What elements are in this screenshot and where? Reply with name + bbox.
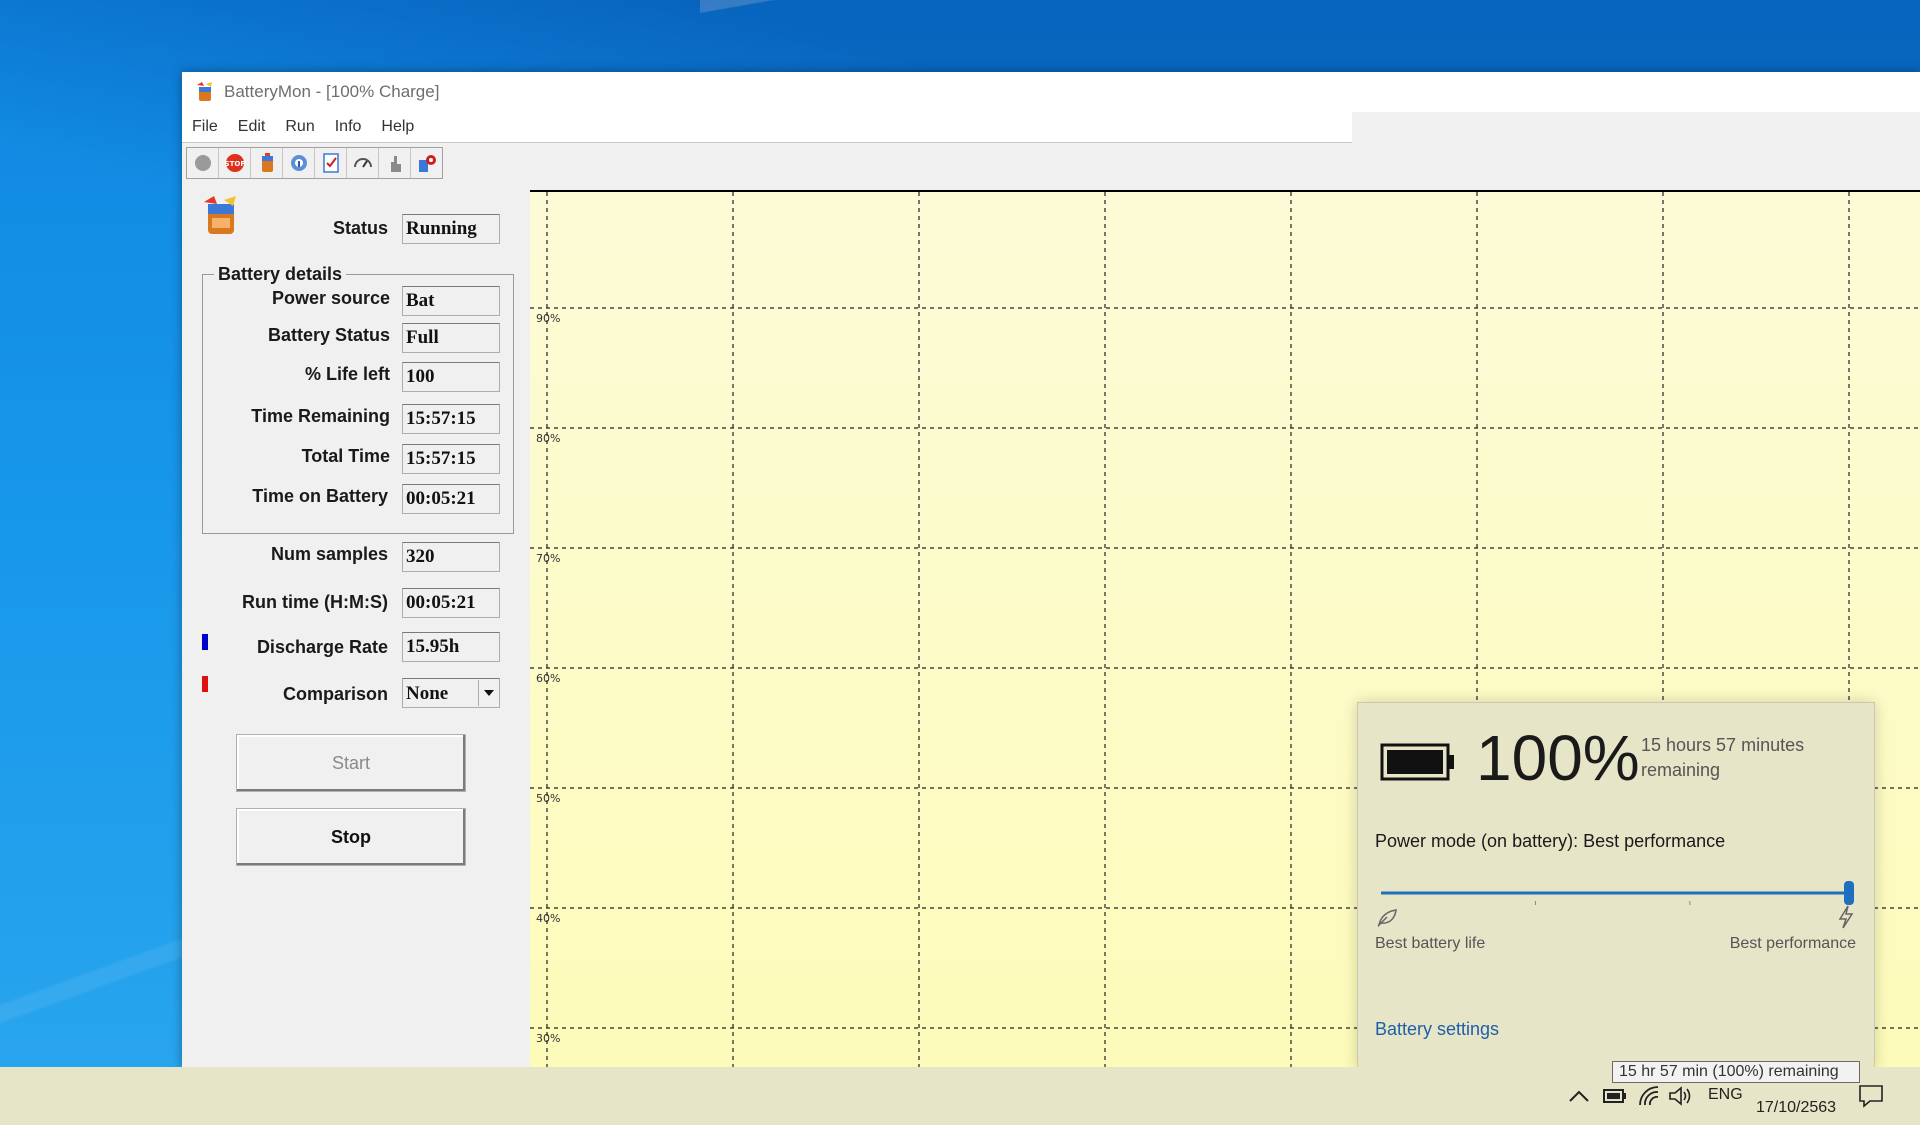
life-left-field: 100	[402, 362, 500, 392]
battery-percent: 100%	[1476, 722, 1640, 794]
best-battery-life-label: Best battery life	[1375, 935, 1486, 952]
num-samples-label: Num samples	[270, 544, 388, 564]
chevron-up-icon[interactable]	[1568, 1089, 1590, 1103]
record-icon	[194, 155, 211, 171]
speaker-icon[interactable]	[1668, 1085, 1694, 1107]
discharge-rate-field: 15.95h	[402, 632, 500, 662]
status-value-field: Running	[402, 214, 500, 244]
checklist-toolbar-button[interactable]	[315, 148, 347, 178]
battery-details-title: Battery details	[214, 264, 347, 285]
time-on-battery-label: Time on Battery	[252, 486, 388, 506]
comparison-dropdown[interactable]: None	[402, 678, 500, 708]
info-toolbar-button[interactable]	[283, 148, 315, 178]
hand-icon	[390, 156, 401, 172]
battery-status-field: Full	[402, 323, 500, 353]
stop-toolbar-button[interactable]: STOP	[219, 148, 251, 178]
total-time-field: 15:57:15	[402, 444, 500, 474]
menu-file[interactable]: File	[192, 118, 218, 136]
checklist-icon	[322, 153, 339, 173]
battery-toolbar-button[interactable]	[251, 148, 283, 178]
battery-status-label: Battery Status	[267, 325, 390, 345]
power-mode-slider[interactable]	[1375, 881, 1855, 905]
chart-y-tick-label: 30%	[536, 1032, 560, 1045]
chart-y-tick-label: 60%	[536, 672, 560, 685]
num-samples-field: 320	[402, 542, 500, 572]
comparison-label: Comparison	[282, 684, 388, 704]
run-time-label: Run time (H:M:S)	[242, 592, 388, 612]
battery-icon	[261, 153, 273, 172]
chart-y-tick-label: 90%	[536, 312, 560, 325]
record-button[interactable]	[187, 148, 219, 178]
stop-icon: STOP	[224, 154, 245, 172]
power-source-label: Power source	[271, 288, 390, 308]
battery-tray-icon[interactable]	[1603, 1087, 1627, 1105]
battery-remaining-text: 15 hours 57 minutes remaining	[1641, 735, 1805, 780]
svg-text:STOP: STOP	[224, 160, 245, 168]
leaf-icon	[1377, 909, 1397, 928]
wifi-icon[interactable]	[1637, 1085, 1661, 1107]
menu-run[interactable]: Run	[285, 118, 314, 136]
life-left-label: % Life left	[304, 364, 390, 384]
batterymon-logo-icon	[198, 192, 244, 238]
settings-icon	[418, 155, 436, 172]
settings-toolbar-button[interactable]	[411, 148, 442, 178]
hand-toolbar-button[interactable]	[379, 148, 411, 178]
slider-thumb[interactable]	[1844, 881, 1854, 905]
comparison-selected-value: None	[406, 682, 449, 704]
chart-y-tick-label: 50%	[536, 792, 560, 805]
best-performance-label: Best performance	[1729, 935, 1856, 952]
info-icon	[290, 155, 307, 171]
status-label: Status	[332, 218, 388, 238]
start-button[interactable]: Start	[236, 734, 466, 792]
notification-icon[interactable]	[1858, 1083, 1884, 1109]
dropdown-arrow-icon[interactable]	[478, 680, 499, 706]
gauge-toolbar-button[interactable]	[347, 148, 379, 178]
power-mode-label: Power mode (on battery): Best performanc…	[1375, 831, 1726, 851]
battery-flyout: 100% 15 hours 57 minutes remaining Power…	[1357, 702, 1875, 1070]
window-title: BatteryMon - [100% Charge]	[224, 82, 440, 101]
discharge-rate-label: Discharge Rate	[256, 637, 388, 657]
toolbar-button-group: STOP	[186, 147, 443, 179]
battery-settings-link[interactable]: Battery settings	[1375, 1019, 1499, 1040]
time-remaining-field: 15:57:15	[402, 404, 500, 434]
menu-info[interactable]: Info	[335, 118, 362, 136]
toolbar: STOP	[182, 143, 1920, 183]
slider-track	[1381, 881, 1854, 905]
stop-button[interactable]: Stop	[236, 808, 466, 866]
menu-bar: File Edit Run Info Help	[182, 112, 1352, 143]
system-date[interactable]: 17/10/2563	[1756, 1099, 1836, 1117]
total-time-label: Total Time	[301, 446, 390, 466]
time-remaining-label: Time Remaining	[251, 406, 390, 426]
battery-tooltip: 15 hr 57 min (100%) remaining	[1612, 1061, 1860, 1083]
time-on-battery-field: 00:05:21	[402, 484, 500, 514]
menu-help[interactable]: Help	[381, 118, 414, 136]
lightning-icon	[1838, 905, 1854, 929]
chart-y-tick-label: 40%	[536, 912, 560, 925]
gauge-icon	[353, 158, 372, 168]
discharge-rate-marker	[202, 634, 208, 650]
battery-full-icon	[1380, 743, 1454, 781]
input-language[interactable]: ENG	[1708, 1086, 1743, 1104]
chart-y-tick-label: 70%	[536, 552, 560, 565]
chart-y-tick-label: 80%	[536, 432, 560, 445]
run-time-field: 00:05:21	[402, 588, 500, 618]
power-source-field: Bat	[402, 286, 500, 316]
menu-edit[interactable]: Edit	[238, 118, 266, 136]
batterymon-app-icon	[194, 81, 216, 103]
title-bar[interactable]: BatteryMon - [100% Charge]	[182, 72, 1920, 112]
left-panel: Status Running Battery details Power sou…	[182, 182, 530, 1067]
comparison-marker	[202, 676, 208, 692]
